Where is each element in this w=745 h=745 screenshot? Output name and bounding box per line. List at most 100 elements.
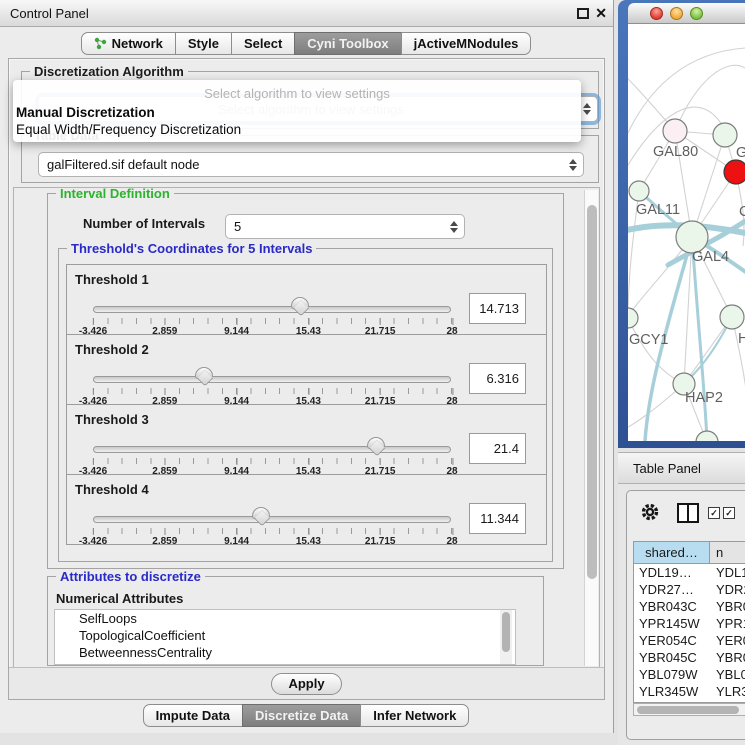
combo-arrows-icon [450,221,458,233]
node[interactable] [720,305,744,329]
combo-arrows-icon [583,103,591,115]
threshold-label: Threshold 3 [75,412,149,427]
tab-select[interactable]: Select [231,32,295,55]
node-labels: GAL80 G GAL11 C GAL4 GCY1 H HAP2 [629,144,745,406]
tick-label: 2.859 [152,536,177,547]
attribute-item[interactable]: BetweennessCentrality [55,644,515,661]
slider-knob[interactable] [291,297,309,309]
settings-viewport: Interval Definition Number of Intervals … [13,187,600,669]
apply-strip: Apply [9,667,604,699]
thresholds-group: Threshold's Coordinates for 5 Intervals … [58,248,553,562]
tab-label: Impute Data [156,708,230,723]
threshold-value-field[interactable]: 14.713 [469,293,526,324]
attribute-item[interactable]: TopologicalCoefficient [55,627,515,644]
checkbox-icon[interactable]: ✓ [723,507,735,519]
group-label: Interval Definition [56,187,174,201]
tab-network[interactable]: Network [81,32,176,55]
table-cell: YBR0 [710,649,745,666]
node-gal11[interactable] [629,181,649,201]
table-panel-title: Table Panel [633,461,701,476]
slider-ticks [93,388,452,394]
network-canvas[interactable]: GAL80 G GAL11 C GAL4 GCY1 H HAP2 [628,24,745,441]
table-panel-titlebar: Table Panel [618,452,745,484]
table-header-row: shared… n [634,542,745,564]
slider-track[interactable] [93,516,451,523]
number-of-intervals-combo[interactable]: 5 [225,214,465,239]
column-header-name[interactable]: n [710,542,745,563]
tab-discretize-data[interactable]: Discretize Data [242,704,361,727]
split-columns-icon[interactable] [677,503,699,523]
threshold-label: Threshold 1 [75,272,149,287]
panel-scrollbar[interactable] [584,190,598,666]
tab-label: Select [244,36,282,51]
table-row[interactable]: YBL079WYBL0 [634,666,745,683]
node-gal80[interactable] [663,119,687,143]
slider-track[interactable] [93,376,451,383]
threshold-label: Threshold 4 [75,482,149,497]
list-scrollbar[interactable] [500,610,512,664]
tab-label: Cyni Toolbox [307,36,388,51]
slider-knob[interactable] [367,437,385,449]
checkbox-icon[interactable]: ✓ [708,507,720,519]
table-data-value: galFiltered.sif default node [47,157,199,172]
slider-track[interactable] [93,446,451,453]
table-row[interactable]: YBR045CYBR0 [634,649,745,666]
scrollbar-thumb[interactable] [502,612,510,652]
minimize-traffic-light[interactable] [670,7,683,20]
slider-track[interactable] [93,306,451,313]
numerical-attributes-list[interactable]: SelfLoopsTopologicalCoefficientBetweenne… [54,609,516,665]
interval-definition-group: Interval Definition Number of Intervals … [47,193,564,569]
tab-jactivemnodules[interactable]: jActiveMNodules [401,32,532,55]
slider-knob[interactable] [252,507,270,519]
table-data-combo[interactable]: galFiltered.sif default node [38,152,584,177]
tab-label: Style [188,36,219,51]
gear-icon[interactable] [639,501,661,526]
float-panel-icon[interactable] [577,8,589,19]
table-cell: YER0 [710,632,745,649]
tab-infer-network[interactable]: Infer Network [360,704,469,727]
attribute-item[interactable]: SelfLoops [55,610,515,627]
svg-text:GAL4: GAL4 [692,249,729,265]
number-of-intervals-label: Number of Intervals [83,216,205,231]
tab-label: Discretize Data [255,708,348,723]
tab-style[interactable]: Style [175,32,232,55]
column-header-shared-name[interactable]: shared… [634,542,710,563]
window-titlebar[interactable] [628,3,745,24]
threshold-panel: Threshold 3 -3.4262.8599.14415.4321.7152… [66,404,547,475]
threshold-panel: Threshold 2 -3.4262.8599.14415.4321.7152… [66,334,547,405]
scrollbar-thumb[interactable] [637,706,739,714]
zoom-traffic-light[interactable] [690,7,703,20]
popup-item-equal-width-frequency[interactable]: Equal Width/Frequency Discretization [16,122,241,137]
table-cell: YDR2 [710,581,745,598]
apply-button[interactable]: Apply [271,673,341,695]
close-icon[interactable]: ✕ [595,5,607,22]
threshold-value-field[interactable]: 6.316 [469,363,526,394]
table-hscrollbar[interactable] [633,703,745,716]
table-cell: YLR3 [710,683,745,700]
table-row[interactable]: YLR345WYLR3 [634,683,745,700]
threshold-value-field[interactable]: 21.4 [469,433,526,464]
tab-label: Network [112,36,163,51]
slider-ticks [93,318,452,324]
table-row[interactable]: YDR27…YDR2 [634,581,745,598]
tab-cyni-toolbox[interactable]: Cyni Toolbox [294,32,401,55]
tab-impute-data[interactable]: Impute Data [143,704,243,727]
node-selected-red[interactable] [724,160,745,184]
threshold-value-field[interactable]: 11.344 [469,503,526,534]
node-gcy1[interactable] [628,308,638,328]
table-data-group: Table Data galFiltered.sif default node [21,135,599,183]
slider-knob[interactable] [195,367,213,379]
group-label: Discretization Algorithm [30,64,188,79]
table-row[interactable]: YBR043CYBR0 [634,598,745,615]
table-row[interactable]: YPR145WYPR1 [634,615,745,632]
cyni-content: Discretization Algorithm Select algorith… [8,58,605,700]
scrollbar-thumb[interactable] [587,205,597,579]
close-traffic-light[interactable] [650,7,663,20]
node[interactable] [713,123,737,147]
node[interactable] [696,431,718,441]
table-cell: YLR345W [634,683,710,700]
table-row[interactable]: YER054CYER0 [634,632,745,649]
popup-item-manual-discretization[interactable]: Manual Discretization [16,105,155,120]
table-cell: YDL19… [634,564,710,581]
table-row[interactable]: YDL19…YDL1 [634,564,745,581]
